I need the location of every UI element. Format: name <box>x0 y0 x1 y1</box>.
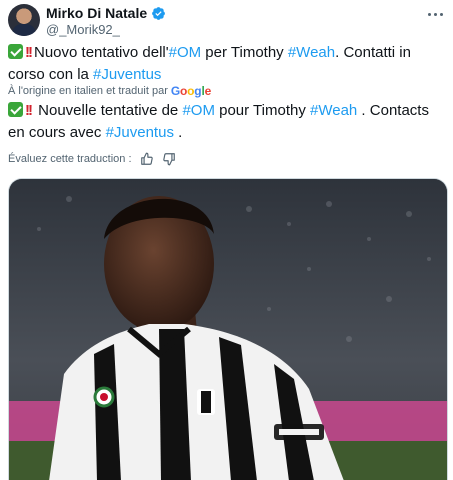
author-handle[interactable]: @_Morik92_ <box>46 22 120 37</box>
hashtag-weah[interactable]: #Weah <box>288 44 335 61</box>
hashtag-weah[interactable]: #Weah <box>310 102 357 119</box>
rate-translation: Évaluez cette traduction : <box>8 152 176 166</box>
rate-translation-label: Évaluez cette traduction : <box>8 153 132 165</box>
author-name[interactable]: Mirko Di Natale <box>46 5 147 21</box>
double-exclamation-emoji-icon: !! <box>25 102 33 119</box>
more-options-icon[interactable] <box>425 6 445 22</box>
tweet-media-photo[interactable] <box>8 178 448 480</box>
hashtag-juventus[interactable]: #Juventus <box>106 124 174 141</box>
translated-seg1: Nouvelle tentative de <box>34 102 183 119</box>
double-exclamation-emoji-icon: !! <box>25 44 33 61</box>
original-seg2: per Timothy <box>201 44 288 61</box>
avatar[interactable] <box>8 4 40 36</box>
original-seg1: Nuovo tentativo dell' <box>34 44 169 61</box>
player-photo <box>9 179 447 480</box>
thumbs-down-icon[interactable] <box>162 152 176 166</box>
tweet-original-text: !! Nuovo tentativo dell'#OM per Timothy #… <box>8 42 445 86</box>
verified-badge-icon <box>152 6 166 20</box>
translation-source: À l'origine en italien et traduit par Go… <box>8 84 211 98</box>
google-logo: Google <box>170 84 212 98</box>
hashtag-juventus[interactable]: #Juventus <box>93 66 161 83</box>
tweet-translated-text: !! Nouvelle tentative de #OM pour Timoth… <box>8 100 445 144</box>
hashtag-om[interactable]: #OM <box>182 102 215 119</box>
author-name-row: Mirko Di Natale <box>46 5 166 21</box>
translated-seg4: . <box>173 124 183 141</box>
check-mark-emoji-icon <box>8 44 23 59</box>
check-mark-emoji-icon <box>8 102 23 117</box>
thumbs-up-icon[interactable] <box>140 152 154 166</box>
hashtag-om[interactable]: #OM <box>169 44 202 61</box>
tweet-header: Mirko Di Natale @_Morik92_ <box>8 4 445 40</box>
translation-source-text[interactable]: À l'origine en italien et traduit par <box>8 85 168 97</box>
translated-seg2: pour Timothy <box>214 102 310 119</box>
